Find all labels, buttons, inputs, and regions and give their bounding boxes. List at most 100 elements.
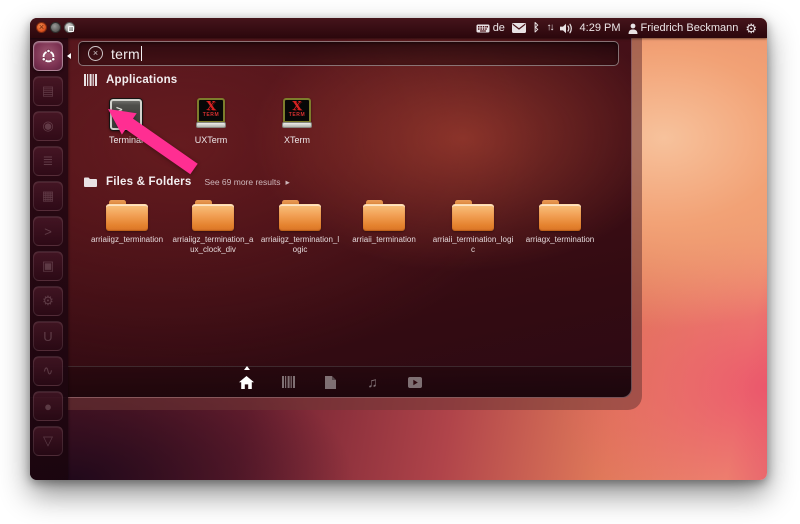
folder-label: arriaiigz_termination [84,235,170,245]
dash-frame: × term Applications >_ Terminal [30,38,642,410]
folder-result[interactable]: arriaii_termination [341,200,427,245]
folder-result[interactable]: arriaiigz_termination [84,200,170,245]
xterm-screen: X TERM [283,98,311,123]
search-value: term [111,46,140,62]
folder-label: arriaiigz_termination_logic [257,235,343,254]
dash-panel: × term Applications >_ Terminal [30,38,632,398]
gear-icon: ⚙ [745,22,757,35]
app-result-uxterm[interactable]: X TERM UXTerm [175,98,247,145]
terminal-prompt-glyph: >_ [116,103,127,116]
app-label: XTerm [261,135,333,145]
see-more-results-link[interactable]: See 69 more results ▸ [204,177,289,188]
launcher-item-10[interactable]: ● [33,391,63,421]
lens-applications[interactable] [280,373,298,391]
app-result-terminal[interactable]: >_ Terminal [90,98,162,145]
lens-bar: ♫ [30,366,631,397]
files-section-title: Files & Folders [106,176,191,188]
sound-menu[interactable] [560,23,573,34]
launcher-item-8[interactable]: U [33,321,63,351]
close-button[interactable] [36,22,47,33]
folder-result[interactable]: arriaiigz_termination_logic [257,200,343,254]
launcher-icon: ∿ [43,363,54,379]
session-menu[interactable]: ⚙ [745,22,757,35]
folder-label: arriaii_termination [341,235,427,245]
video-icon [408,377,422,388]
bluetooth-icon: ᛒ [533,23,540,34]
folder-icon [106,200,148,231]
launcher-item-4[interactable]: ▦ [33,181,63,211]
clock-label: 4:29 PM [580,22,621,34]
mail-icon [512,23,526,33]
launcher-item-6[interactable]: ▣ [33,251,63,281]
folder-icon [539,200,581,231]
bluetooth-menu[interactable]: ᛒ [533,23,540,34]
user-menu[interactable]: Friedrich Beckmann [628,22,739,34]
applications-icon [84,74,97,86]
folder-icon [452,200,494,231]
lens-home[interactable] [238,373,256,391]
xterm-base [282,122,312,128]
launcher-item-2[interactable]: ◉ [33,111,63,141]
keyboard-layout-label: de [493,22,505,34]
xterm-screen: X TERM [197,98,225,123]
clear-search-icon[interactable]: × [88,46,103,61]
folder-label: arriaii_termination_logic [430,235,516,254]
window-controls [36,22,75,33]
active-app-arrow-icon [67,53,71,59]
user-name-label: Friedrich Beckmann [641,22,739,34]
folder-result[interactable]: arriagx_termination [517,200,603,245]
home-icon [239,376,254,389]
launcher-icon: ▦ [42,188,54,204]
applications-section-header: Applications [84,74,177,86]
app-result-xterm[interactable]: X TERM XTerm [261,98,333,145]
minimize-button[interactable] [50,22,61,33]
music-note-icon: ♫ [367,375,378,389]
unity-launcher: ▤ ◉ ≣ ▦ > ▣ ⚙ U ∿ ● ▽ [30,38,68,480]
launcher-icon: ▣ [42,258,54,274]
launcher-item-5[interactable]: > [33,216,63,246]
xterm-icon: X TERM [194,98,228,131]
folder-icon [192,200,234,231]
applications-icon [282,376,295,388]
applications-section-title: Applications [106,74,177,86]
keyboard-layout-indicator[interactable]: de [476,22,505,34]
xterm-icon: X TERM [280,98,314,131]
ubuntu-desktop: de ᛒ ↑↓ 4:29 PM Friedrich Beckmann [30,18,767,480]
folder-result[interactable]: arriaiigz_termination_aux_clock_div [170,200,256,254]
launcher-item-1[interactable]: ▤ [33,76,63,106]
folder-label: arriaiigz_termination_aux_clock_div [170,235,256,254]
xterm-term-glyph: TERM [285,112,309,118]
app-label: Terminal [90,135,162,145]
top-panel: de ᛒ ↑↓ 4:29 PM Friedrich Beckmann [30,18,767,38]
app-label: UXTerm [175,135,247,145]
lens-files[interactable] [322,373,340,391]
clock-indicator[interactable]: 4:29 PM [580,22,621,34]
launcher-item-3[interactable]: ≣ [33,146,63,176]
user-icon [628,23,638,34]
lens-video[interactable] [406,373,424,391]
launcher-icon: ▤ [42,83,54,99]
search-input[interactable]: × term [78,41,619,66]
file-icon [325,376,336,389]
network-menu[interactable]: ↑↓ [547,23,553,33]
xterm-term-glyph: TERM [199,112,223,118]
lens-music[interactable]: ♫ [364,373,382,391]
launcher-item-9[interactable]: ∿ [33,356,63,386]
xterm-base [196,122,226,128]
keyboard-icon [476,24,490,33]
ubuntu-logo-icon [38,46,59,67]
files-section-header: Files & Folders See 69 more results ▸ [84,176,290,188]
messaging-menu[interactable] [512,23,526,33]
dash-home-button[interactable] [33,41,63,71]
text-cursor [141,46,142,61]
xterm-x-glyph: X [199,101,223,112]
launcher-icon: ◉ [42,118,53,134]
maximize-button[interactable] [64,22,75,33]
chevron-right-icon: ▸ [286,177,290,188]
clear-search-glyph: × [93,49,98,58]
folder-icon [363,200,405,231]
launcher-item-7[interactable]: ⚙ [33,286,63,316]
indicator-area: de ᛒ ↑↓ 4:29 PM Friedrich Beckmann [476,18,757,38]
launcher-item-trash[interactable]: ▽ [33,426,63,456]
folder-result[interactable]: arriaii_termination_logic [430,200,516,254]
